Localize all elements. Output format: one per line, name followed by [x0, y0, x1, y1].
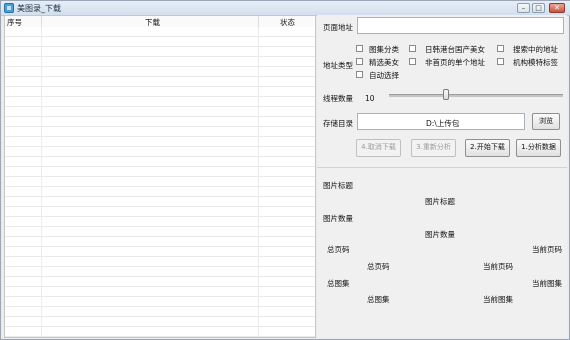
total-pages-label: 总页码	[327, 245, 350, 254]
image-count-label: 图片数量	[323, 214, 353, 223]
browse-button[interactable]: 浏览	[532, 113, 560, 130]
app-window: 美图录_下载 – □ ✕ 序号 下载 状态 页面地址 地址类型 图集分类 日韩港…	[0, 0, 570, 340]
checkbox-search-url-label[interactable]: 搜索中的地址	[513, 44, 558, 55]
total-albums-label: 总图集	[327, 279, 350, 288]
column-header-download[interactable]: 下载	[145, 17, 160, 27]
column-divider[interactable]	[258, 16, 259, 27]
thread-count-label: 线程数量	[323, 94, 353, 103]
analyze-data-button[interactable]: 1.分析数据	[516, 139, 561, 157]
grid-rows	[5, 27, 315, 337]
close-button[interactable]: ✕	[549, 3, 565, 13]
checkbox-single-page[interactable]	[409, 58, 416, 65]
cancel-download-button[interactable]: 4.取消下载	[356, 139, 401, 157]
address-type-label: 地址类型	[323, 61, 353, 70]
column-divider[interactable]	[41, 16, 42, 27]
column-line	[41, 27, 42, 337]
checkbox-agency-tag[interactable]	[497, 58, 504, 65]
checkbox-category[interactable]	[356, 45, 363, 52]
checkbox-search-url[interactable]	[497, 45, 504, 52]
current-album-label: 当前图集	[532, 279, 562, 288]
checkbox-featured-label[interactable]: 精选美女	[369, 57, 399, 68]
settings-panel: 页面地址 地址类型 图集分类 日韩港台国产美女 搜索中的地址 精选美女 非首页的…	[317, 15, 567, 338]
image-title-label: 图片标题	[323, 181, 353, 190]
page-url-label: 页面地址	[323, 23, 353, 32]
current-album-value: 当前图集	[483, 295, 513, 304]
title-bar[interactable]: 美图录_下载 – □ ✕	[1, 1, 570, 16]
checkbox-single-page-label[interactable]: 非首页的单个地址	[425, 57, 485, 68]
image-count-value: 图片数量	[425, 230, 455, 239]
start-download-button[interactable]: 2.开始下载	[465, 139, 510, 157]
window-title: 美图录_下载	[17, 4, 61, 13]
save-dir-value: D:\上传包	[426, 119, 460, 128]
checkbox-agency-tag-label[interactable]: 机构模特标签	[513, 57, 558, 68]
image-title-value: 图片标题	[425, 197, 455, 206]
save-dir-input[interactable]: D:\上传包	[357, 113, 525, 130]
checkbox-auto-select-label[interactable]: 自动选择	[369, 70, 399, 81]
section-divider	[317, 167, 567, 168]
checkbox-asian-beauty-label[interactable]: 日韩港台国产美女	[425, 44, 485, 55]
current-page-value: 当前页码	[483, 262, 513, 271]
save-dir-label: 存储目录	[323, 119, 353, 128]
thread-slider-thumb[interactable]	[443, 89, 450, 100]
current-page-label: 当前页码	[532, 245, 562, 254]
page-url-input[interactable]	[357, 17, 564, 34]
thread-slider-track[interactable]	[389, 94, 563, 97]
download-grid[interactable]: 序号 下载 状态	[4, 15, 316, 338]
column-header-index[interactable]: 序号	[7, 17, 22, 27]
total-pages-value: 总页码	[367, 262, 390, 271]
app-icon	[4, 3, 14, 13]
checkbox-auto-select[interactable]	[356, 71, 363, 78]
checkbox-asian-beauty[interactable]	[409, 45, 416, 52]
minimize-button[interactable]: –	[517, 3, 530, 13]
checkbox-category-label[interactable]: 图集分类	[369, 44, 399, 55]
column-header-status[interactable]: 状态	[280, 17, 295, 27]
column-line	[258, 27, 259, 337]
total-albums-value: 总图集	[367, 295, 390, 304]
thread-count-value: 10	[365, 94, 375, 103]
reanalyze-button[interactable]: 3.重新分析	[411, 139, 456, 157]
checkbox-featured[interactable]	[356, 58, 363, 65]
restore-button[interactable]: □	[532, 3, 545, 13]
